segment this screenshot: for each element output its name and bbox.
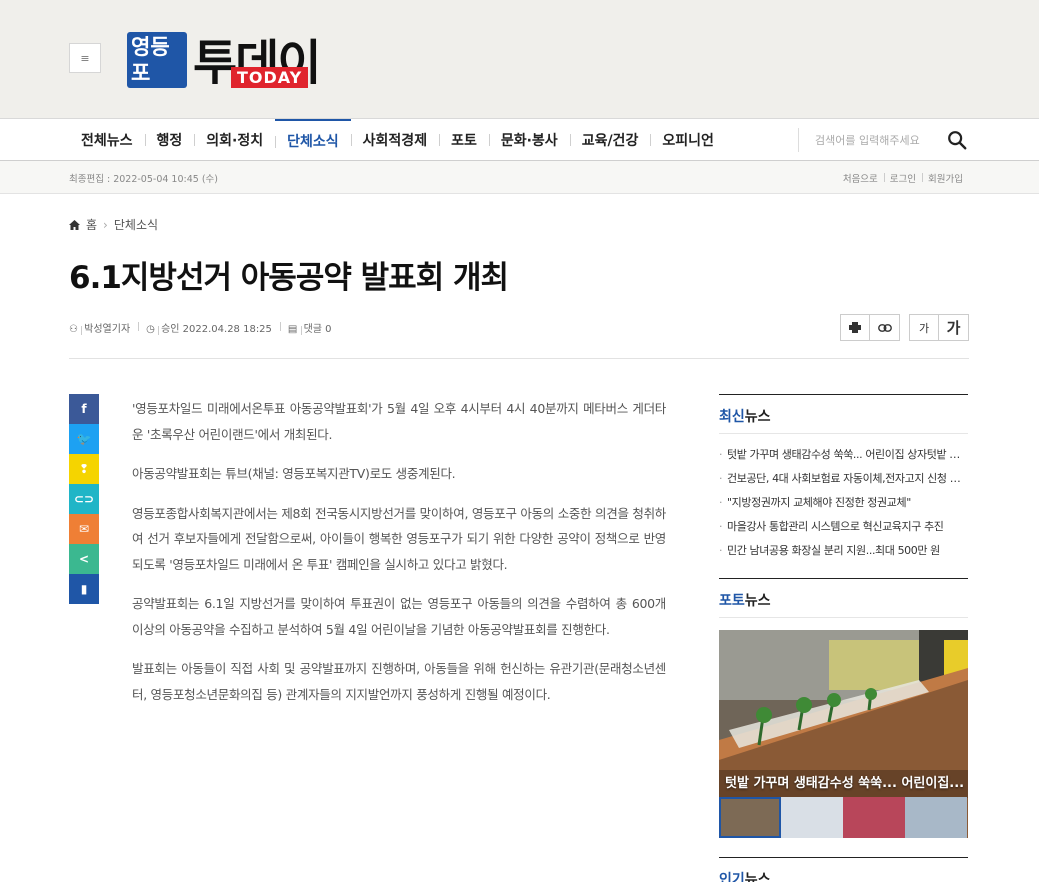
- article-paragraph: 영등포종합사회복지관에서는 제8회 전국동시지방선거를 맞이하여, 영등포구 아…: [132, 505, 666, 572]
- photo-caption[interactable]: 텃밭 가꾸며 생태감수성 쑥쑥... 어린이집...: [725, 772, 964, 791]
- share-bar: f 🐦 ❢ ⊂⊃ ✉ < ▮: [69, 394, 99, 604]
- photo-heading-rest: 뉴스: [744, 593, 771, 609]
- article-paragraph: 아동공약발표회는 튜브(채널: 영등포복지관TV)로도 생중계된다.: [132, 466, 456, 481]
- photo-news-image[interactable]: 텃밭 가꾸며 생태감수성 쑥쑥... 어린이집...: [719, 630, 968, 838]
- latest-news-item[interactable]: 민간 남녀공용 화장실 분리 지원...최대 500만 원: [719, 539, 968, 563]
- photo-thumb[interactable]: [905, 797, 967, 838]
- popular-heading-rest: 뉴스: [744, 872, 771, 882]
- comment-count[interactable]: ▤ 댓글 0: [279, 320, 340, 335]
- latest-news-heading[interactable]: 최신뉴스: [719, 394, 968, 434]
- article-title: 6.1지방선거 아동공약 발표회 개최: [69, 260, 509, 296]
- search-icon[interactable]: [946, 129, 968, 151]
- approved-text: 승인 2022.04.28 18:25: [158, 324, 272, 335]
- twitter-share-button[interactable]: 🐦: [69, 424, 99, 454]
- nav-items: 전체뉴스 행정 의회·정치 단체소식 사회적경제 포토 문화·봉사 교육/건강 오피니언: [69, 119, 726, 161]
- author-name: 박성열기자: [81, 324, 130, 335]
- photo-thumb[interactable]: [719, 797, 781, 838]
- article-paragraph: '영등포차일드 미래에서온투표 아동공약발표회'가 5월 4일 오후 4시부터 …: [132, 401, 666, 442]
- menu-icon[interactable]: ≡: [69, 43, 101, 73]
- nav-item[interactable]: 전체뉴스: [69, 119, 145, 161]
- nav-item[interactable]: 오피니언: [650, 119, 726, 161]
- photo-thumb[interactable]: [843, 797, 905, 838]
- login-link[interactable]: 로그인: [883, 171, 922, 185]
- latest-news-list: 텃밭 가꾸며 생태감수성 쑥쑥... 어린이집 상자텃밭 체험건보공단, 4대 …: [719, 434, 968, 563]
- article-paragraph: 발표회는 아동들이 직접 사회 및 공약발표까지 진행하며, 아동들을 위해 헌…: [132, 661, 666, 702]
- kakaostory-share-button[interactable]: ❢: [69, 454, 99, 484]
- email-share-button[interactable]: ✉: [69, 514, 99, 544]
- popular-news: 인기뉴스: [719, 857, 968, 882]
- approved-date: ◷ 승인 2022.04.28 18:25: [138, 320, 280, 335]
- nav-item[interactable]: 단체소식: [275, 119, 351, 161]
- photo-thumbnails: [719, 797, 968, 838]
- author: ⚇ 박성열기자: [69, 320, 138, 335]
- latest-heading-rest: 뉴스: [744, 409, 771, 425]
- nav-item[interactable]: 사회적경제: [350, 119, 439, 161]
- user-icon: ⚇: [69, 324, 78, 335]
- comment-icon: ▤: [287, 324, 298, 335]
- article-paragraph: 공약발표회는 6.1일 지방선거를 맞이하여 투표권이 없는 영등포구 아동들의…: [132, 596, 666, 637]
- latest-news-item[interactable]: 건보공단, 4대 사회보험료 자동이체,전자고지 신청 안내: [719, 467, 968, 491]
- popular-news-heading[interactable]: 인기뉴스: [719, 857, 968, 882]
- latest-news-item[interactable]: "지방정권까지 교체해야 진정한 정권교체": [719, 491, 968, 515]
- clock-icon: ◷: [146, 324, 155, 335]
- font-decrease-button[interactable]: 가: [909, 314, 939, 341]
- more-share-button[interactable]: <: [69, 544, 99, 574]
- comment-text: 댓글 0: [301, 324, 332, 335]
- link-icon[interactable]: [870, 314, 900, 341]
- util-links: 처음으로 로그인 회원가입: [837, 171, 969, 185]
- latest-news-item[interactable]: 마을강사 통합관리 시스템으로 혁신교육지구 추진: [719, 515, 968, 539]
- signup-link[interactable]: 회원가입: [922, 171, 969, 185]
- site-header: ≡ 영등포 투데이 TODAY: [0, 0, 1039, 118]
- nav-item[interactable]: 의회·정치: [194, 119, 275, 161]
- popular-heading-accent: 인기: [719, 872, 745, 882]
- nav-item[interactable]: 포토: [439, 119, 489, 161]
- latest-news: 최신뉴스 텃밭 가꾸며 생태감수성 쑥쑥... 어린이집 상자텃밭 체험건보공단…: [719, 394, 968, 563]
- nav-item[interactable]: 문화·봉사: [488, 119, 570, 161]
- photo-news: 포토뉴스 텃밭 가꾸며 생태감수성 쑥쑥... 어린이집...: [719, 578, 968, 842]
- chevron-right-icon: ›: [103, 217, 108, 232]
- breadcrumb: 홈 › 단체소식: [69, 216, 158, 233]
- font-increase-button[interactable]: 가: [939, 314, 969, 341]
- photo-news-heading[interactable]: 포토뉴스: [719, 578, 968, 618]
- facebook-share-button[interactable]: f: [69, 394, 99, 424]
- nav-item[interactable]: 교육/건강: [569, 119, 651, 161]
- home-link[interactable]: 처음으로: [837, 171, 884, 185]
- nav-item[interactable]: 행정: [144, 119, 195, 161]
- photo-thumb[interactable]: [781, 797, 843, 838]
- bookmark-button[interactable]: ▮: [69, 574, 99, 604]
- main-nav: 전체뉴스 행정 의회·정치 단체소식 사회적경제 포토 문화·봉사 교육/건강 오피니언 검색어…: [0, 118, 1039, 161]
- article-meta: ⚇ 박성열기자 ◷ 승인 2022.04.28 18:25 ▤ 댓글 0: [69, 320, 340, 335]
- breadcrumb-section[interactable]: 단체소식: [114, 216, 158, 233]
- last-edited: 최종편집 : 2022-05-04 10:45 (수): [69, 174, 218, 185]
- breadcrumb-home[interactable]: 홈: [86, 216, 97, 233]
- logo-today: TODAY: [231, 67, 309, 88]
- print-icon[interactable]: [840, 314, 870, 341]
- link-share-button[interactable]: ⊂⊃: [69, 484, 99, 514]
- article-body: '영등포차일드 미래에서온투표 아동공약발표회'가 5월 4일 오후 4시부터 …: [132, 396, 666, 721]
- article-tools: 가 가: [840, 314, 969, 341]
- divider: [69, 358, 969, 359]
- photo-heading-accent: 포토: [719, 593, 745, 609]
- search-box[interactable]: 검색어를 입력해주세요: [798, 128, 970, 152]
- latest-heading-accent: 최신: [719, 409, 745, 425]
- site-logo[interactable]: 영등포 투데이 TODAY: [127, 27, 342, 91]
- latest-news-item[interactable]: 텃밭 가꾸며 생태감수성 쑥쑥... 어린이집 상자텃밭 체험: [719, 443, 968, 467]
- logo-box: 영등포: [127, 32, 187, 88]
- date-bar: 최종편집 : 2022-05-04 10:45 (수) 처음으로 로그인 회원가…: [0, 161, 1039, 194]
- home-icon[interactable]: [69, 219, 80, 230]
- search-input[interactable]: 검색어를 입력해주세요: [815, 132, 920, 148]
